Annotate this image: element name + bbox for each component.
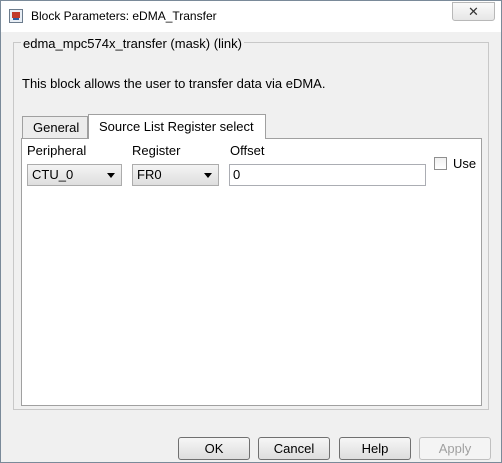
use-label: Use	[453, 156, 477, 171]
offset-input[interactable]: 0	[229, 164, 426, 186]
peripheral-dropdown[interactable]: CTU_0	[27, 164, 122, 186]
chevron-down-icon	[204, 173, 212, 178]
tab-source-list-register-select[interactable]: Source List Register select	[88, 114, 266, 139]
block-description: This block allows the user to transfer d…	[22, 76, 326, 91]
window-title: Block Parameters: eDMA_Transfer	[31, 9, 217, 23]
tab-general[interactable]: General	[22, 116, 88, 138]
ok-button[interactable]: OK	[178, 437, 250, 460]
apply-button[interactable]: Apply	[419, 437, 491, 460]
use-checkbox[interactable]	[434, 157, 447, 170]
cancel-button[interactable]: Cancel	[258, 437, 330, 460]
register-value: FR0	[137, 167, 162, 182]
chevron-down-icon	[107, 173, 115, 178]
offset-label: Offset	[230, 143, 265, 158]
dialog-window: Block Parameters: eDMA_Transfer ✕ edma_m…	[0, 0, 502, 463]
mask-group-label: edma_mpc574x_transfer (mask) (link)	[21, 36, 244, 51]
title-bar[interactable]: Block Parameters: eDMA_Transfer ✕	[1, 1, 501, 32]
close-button[interactable]: ✕	[452, 2, 495, 21]
register-dropdown[interactable]: FR0	[132, 164, 219, 186]
peripheral-label: Peripheral	[27, 143, 87, 158]
simulink-block-icon	[9, 9, 23, 23]
peripheral-value: CTU_0	[32, 167, 74, 182]
help-button[interactable]: Help	[339, 437, 411, 460]
register-label: Register	[132, 143, 181, 158]
